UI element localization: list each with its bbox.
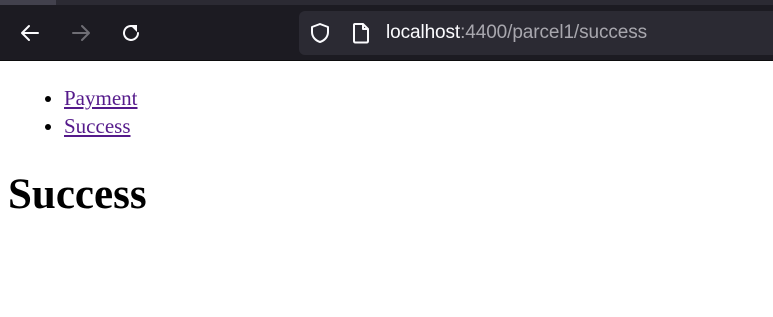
arrow-left-icon [21,25,39,41]
forward-button[interactable] [65,17,97,49]
tab-strip-edge [0,0,773,5]
page-title: Success [8,171,147,218]
nav-link-list: Payment Success [24,84,138,140]
shield-icon[interactable] [309,22,331,44]
success-link[interactable]: Success [64,114,131,138]
url-text[interactable]: localhost:4400/parcel1/success [386,21,647,45]
url-path: :4400/parcel1/success [460,22,648,43]
back-button[interactable] [14,17,46,49]
url-host: localhost [386,22,461,43]
arrow-right-icon [72,25,90,41]
page-icon[interactable] [351,22,371,44]
reload-button[interactable] [115,17,147,49]
payment-link[interactable]: Payment [64,86,138,110]
active-tab-edge[interactable] [0,0,56,5]
url-bar[interactable]: localhost:4400/parcel1/success [299,11,773,55]
reload-icon [123,24,139,41]
list-item: Payment [64,84,138,112]
list-item: Success [64,112,138,140]
browser-toolbar: localhost:4400/parcel1/success [0,0,773,61]
page-content: Payment Success Success [0,61,773,317]
